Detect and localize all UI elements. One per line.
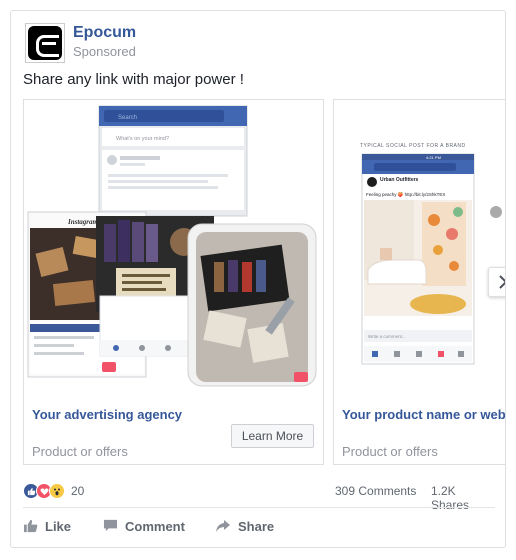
- post-actions-bar: Like Comment Share: [23, 513, 495, 539]
- mock-write-comment: Write a comment...: [368, 334, 406, 339]
- carousel-card-2[interactable]: TYPICAL SOCIAL POST FOR A BRAND 4:21 PM …: [333, 99, 505, 465]
- carousel-card-2-title[interactable]: Your product name or website: [342, 407, 505, 422]
- carousel-card-1[interactable]: Search What's on your mind? Instagram Yo…: [23, 99, 324, 465]
- chevron-right-icon: [499, 275, 505, 289]
- engagement-stats: 20 309 Comments 1.2K Shares: [23, 481, 495, 512]
- carousel-card-1-title[interactable]: Your advertising agency: [32, 407, 182, 422]
- mock-instagram-logo: Instagram: [67, 218, 99, 226]
- actions-divider: [23, 507, 495, 508]
- mock-brand-post-text: Feeling peachy 🍑 http://bit.ly/2ShkTEX: [366, 191, 445, 197]
- thumbs-up-icon: [23, 519, 38, 533]
- carousel-image-1[interactable]: Search What's on your mind? Instagram: [24, 100, 323, 392]
- sponsored-label[interactable]: Sponsored: [73, 44, 136, 59]
- carousel-next-button[interactable]: [488, 267, 505, 297]
- like-button-label: Like: [45, 518, 72, 534]
- mock-search-text: Search: [118, 115, 137, 121]
- page-avatar[interactable]: [25, 23, 65, 63]
- mock-whats-on-mind: What's on your mind?: [116, 136, 169, 142]
- carousel-card-1-subtitle: Product or offers: [32, 444, 128, 459]
- social-mockups-image: Search What's on your mind? Instagram: [27, 105, 317, 387]
- comment-bubble-icon: [103, 519, 118, 532]
- share-arrow-icon: [216, 520, 230, 532]
- post-text: Share any link with major power !: [23, 71, 244, 88]
- mock-brand-name: Urban Outfitters: [380, 177, 419, 183]
- carousel-image-2[interactable]: TYPICAL SOCIAL POST FOR A BRAND 4:21 PM …: [334, 100, 505, 392]
- epocum-logo-icon: [28, 26, 62, 60]
- mock-caption: TYPICAL SOCIAL POST FOR A BRAND: [360, 143, 466, 149]
- share-button-label: Share: [238, 518, 275, 534]
- learn-more-button[interactable]: Learn More: [231, 424, 314, 448]
- carousel: Search What's on your mind? Instagram Yo…: [23, 99, 505, 467]
- reactions-summary[interactable]: 20: [23, 481, 84, 501]
- brand-post-mockup-image: TYPICAL SOCIAL POST FOR A BRAND 4:21 PM …: [360, 143, 502, 365]
- page-name-link[interactable]: Epocum: [73, 24, 136, 42]
- wow-reaction-icon: [49, 483, 65, 499]
- share-button[interactable]: Share: [215, 513, 274, 539]
- reaction-count: 20: [71, 484, 85, 498]
- comment-button-label: Comment: [125, 518, 185, 534]
- sponsored-post-card: Epocum Sponsored Share any link with maj…: [10, 10, 506, 548]
- comments-count-link[interactable]: 309 Comments: [335, 484, 416, 498]
- comment-button[interactable]: Comment: [103, 513, 185, 539]
- like-button[interactable]: Like: [23, 513, 71, 539]
- carousel-card-2-subtitle: Product or offers: [342, 444, 438, 459]
- mock-status-time: 4:21 PM: [426, 155, 441, 160]
